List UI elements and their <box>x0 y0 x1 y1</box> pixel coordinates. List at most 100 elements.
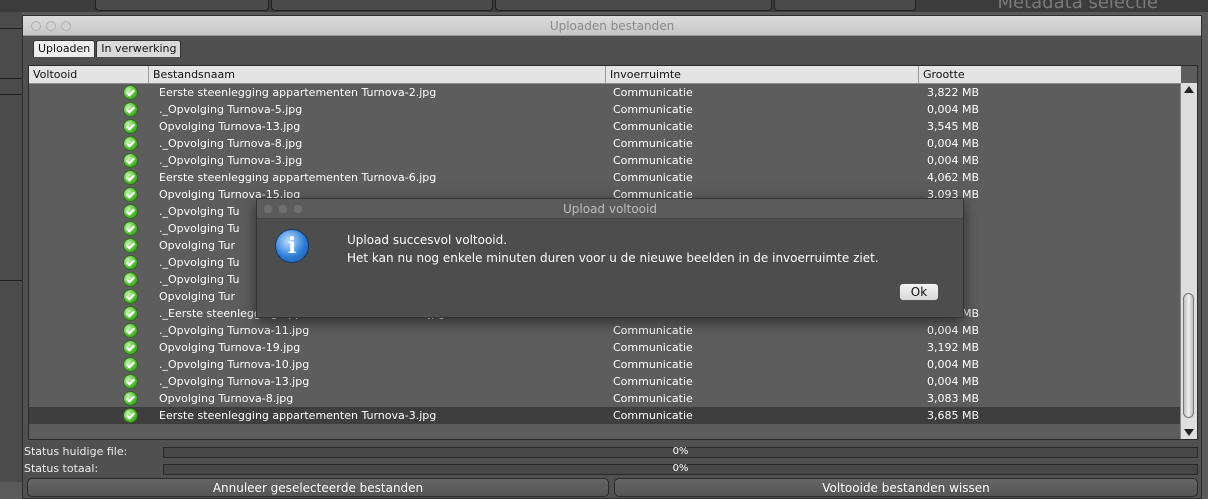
check-icon <box>123 238 138 253</box>
size-cell: 3,685 MB <box>927 409 980 422</box>
background-segment <box>95 0 269 11</box>
tab-in-verwerking[interactable]: In verwerking <box>96 40 182 57</box>
completed-cell <box>29 118 149 135</box>
table-row[interactable]: ._Opvolging Turnova-11.jpg Communicatie 0,… <box>29 322 1181 339</box>
completed-cell <box>29 271 149 288</box>
clear-completed-button[interactable]: Voltooide bestanden wissen <box>614 478 1198 497</box>
completed-cell <box>29 305 149 322</box>
ok-button[interactable]: Ok <box>899 283 939 301</box>
current-file-progress-bar: 0% <box>163 446 1198 458</box>
background-divider <box>0 94 22 95</box>
column-header-grootte[interactable]: Grootte <box>919 66 1181 83</box>
check-icon <box>123 323 138 338</box>
table-row[interactable]: ._Opvolging Turnova-5.jpg Communicatie 0,0… <box>29 101 1181 118</box>
size-cell: 4,062 MB <box>927 171 980 184</box>
input-space-cell: Communicatie <box>613 86 693 99</box>
filename-cell: Opvolging Turnova-8.jpg <box>159 392 294 405</box>
table-row[interactable]: Eerste steenlegging appartementen Turnov… <box>29 84 1181 101</box>
check-icon <box>123 391 138 406</box>
check-icon <box>123 374 138 389</box>
table-row[interactable]: ._Opvolging Turnova-13.jpg Communicatie 0,… <box>29 373 1181 390</box>
table-row[interactable]: Eerste steenlegging appartementen Turnov… <box>29 407 1181 424</box>
check-icon <box>123 170 138 185</box>
completed-cell <box>29 339 149 356</box>
completed-cell <box>29 407 149 424</box>
status-current-file: Status huidige file: 0% <box>23 445 1203 459</box>
check-icon <box>123 119 138 134</box>
size-cell: 0,004 MB <box>927 358 980 371</box>
background-title: Metadata selectie <box>997 0 1158 13</box>
filename-cell: Opvolging Turnova-19.jpg <box>159 341 301 354</box>
table-scrollbar[interactable] <box>1180 83 1197 439</box>
completed-cell <box>29 390 149 407</box>
table-row[interactable]: ._Opvolging Turnova-3.jpg Communicatie 0,0… <box>29 152 1181 169</box>
background-toolbar: Metadata selectie <box>0 0 1208 13</box>
check-icon <box>123 187 138 202</box>
tab-uploaden[interactable]: Uploaden <box>33 40 96 57</box>
filename-cell: Eerste steenlegging appartementen Turnov… <box>159 171 437 184</box>
dialog-title: Upload voltooid <box>563 202 657 216</box>
table-row[interactable]: Opvolging Turnova-13.jpg Communicatie 3,54… <box>29 118 1181 135</box>
input-space-cell: Communicatie <box>613 171 693 184</box>
filename-cell: Eerste steenlegging appartementen Turnov… <box>159 409 437 422</box>
check-icon <box>123 255 138 270</box>
input-space-cell: Communicatie <box>613 154 693 167</box>
completed-cell <box>29 135 149 152</box>
check-icon <box>123 289 138 304</box>
window-titlebar[interactable]: Uploaden bestanden <box>23 16 1201 36</box>
completed-cell <box>29 288 149 305</box>
check-icon <box>123 408 138 423</box>
completed-cell <box>29 373 149 390</box>
filename-cell: ._Opvolging Turnova-5.jpg <box>159 103 303 116</box>
background-divider <box>0 78 22 79</box>
table-row[interactable]: ._Opvolging Turnova-10.jpg Communicatie 0,… <box>29 356 1181 373</box>
total-progress-bar: 0% <box>163 463 1198 475</box>
status-total-label: Status totaal: <box>24 462 99 475</box>
completed-cell <box>29 186 149 203</box>
dialog-titlebar[interactable]: Upload voltooid <box>257 199 963 219</box>
table-row[interactable]: ._Opvolging Turnova-8.jpg Communicatie 0,0… <box>29 135 1181 152</box>
size-cell: 3,083 MB <box>927 392 980 405</box>
status-total: Status totaal: 0% <box>23 462 1203 476</box>
filename-cell: Eerste steenlegging appartementen Turnov… <box>159 86 437 99</box>
size-cell: 3,822 MB <box>927 86 980 99</box>
column-header-invoerruimte[interactable]: Invoerruimte <box>606 66 919 83</box>
check-icon <box>123 306 138 321</box>
completed-cell <box>29 152 149 169</box>
table-row[interactable]: Eerste steenlegging appartementen Turnov… <box>29 169 1181 186</box>
check-icon <box>123 153 138 168</box>
background-segment <box>774 0 916 11</box>
scrollbar-thumb[interactable] <box>1183 293 1194 418</box>
filename-cell: ._Opvolging Turnova-11.jpg <box>159 324 310 337</box>
completed-cell <box>29 356 149 373</box>
size-cell: 0,004 MB <box>927 137 980 150</box>
check-icon <box>123 85 138 100</box>
input-space-cell: Communicatie <box>613 409 693 422</box>
check-icon <box>123 221 138 236</box>
filename-cell: Opvolging Turnova-13.jpg <box>159 120 301 133</box>
background-divider <box>0 280 22 281</box>
column-header-voltooid[interactable]: Voltooid <box>29 66 149 83</box>
window-title: Uploaden bestanden <box>549 19 675 33</box>
check-icon <box>123 340 138 355</box>
scroll-up-icon[interactable] <box>1184 86 1194 93</box>
upload-complete-dialog: Upload voltooid i Upload succesvol volto… <box>256 198 964 318</box>
completed-cell <box>29 84 149 101</box>
total-progress-text: 0% <box>672 463 689 474</box>
filename-cell: ._Opvolging Turnova-10.jpg <box>159 358 310 371</box>
column-header-bestandsnaam[interactable]: Bestandsnaam <box>149 66 606 83</box>
check-icon <box>123 136 138 151</box>
size-cell: 0,004 MB <box>927 324 980 337</box>
check-icon <box>123 357 138 372</box>
info-icon: i <box>275 229 309 263</box>
cancel-selected-button[interactable]: Annuleer geselecteerde bestanden <box>27 478 609 497</box>
completed-cell <box>29 101 149 118</box>
table-row[interactable]: Opvolging Turnova-19.jpg Communicatie 3,19… <box>29 339 1181 356</box>
background-segment <box>495 0 772 11</box>
completed-cell <box>29 203 149 220</box>
scroll-down-icon[interactable] <box>1184 429 1194 436</box>
dialog-message-line1: Upload succesvol voltooid. <box>347 233 508 247</box>
table-row[interactable]: Opvolging Turnova-8.jpg Communicatie 3,083… <box>29 390 1181 407</box>
input-space-cell: Communicatie <box>613 358 693 371</box>
input-space-cell: Communicatie <box>613 341 693 354</box>
